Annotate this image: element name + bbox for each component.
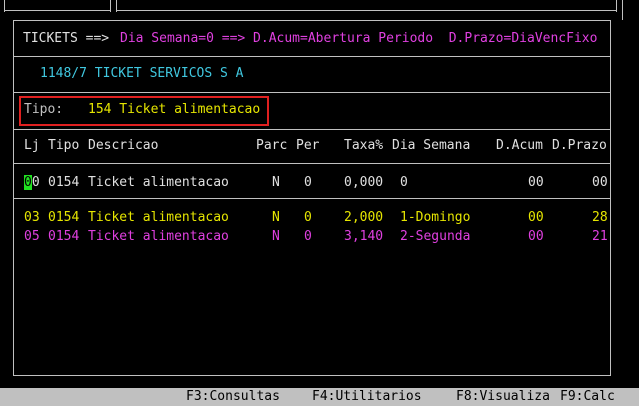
- row-per: 0: [304, 229, 312, 244]
- tipo-label: Tipo:: [24, 102, 64, 117]
- col-dprazo: D.Prazo: [552, 138, 607, 153]
- row-dia-semana: 2-Segunda: [400, 229, 471, 244]
- row-dacum: 00: [528, 210, 544, 225]
- row-dprazo: 00: [592, 175, 608, 190]
- divider-company: [13, 92, 611, 93]
- top-frame-tick: [110, 0, 111, 12]
- row-tipo: 0154: [48, 229, 80, 244]
- row-lj: 05: [24, 229, 40, 244]
- row-dacum: 00: [528, 229, 544, 244]
- tipo-value[interactable]: 154 Ticket alimentacao: [88, 102, 260, 118]
- divider-selected: [13, 198, 611, 199]
- company-name: 1148/7 TICKET SERVICOS S A: [40, 66, 244, 81]
- header-expression: Dia Semana=0 ==> D.Acum=Abertura Periodo…: [120, 31, 598, 46]
- row-lj: 03: [24, 210, 40, 225]
- col-tipo: Tipo: [48, 138, 80, 153]
- fkey-consultas[interactable]: F3:Consultas: [186, 389, 280, 405]
- top-right-frame: [622, 0, 623, 20]
- row-descricao: Ticket alimentacao: [88, 229, 229, 244]
- row-dacum: 00: [528, 175, 544, 190]
- row-per: 0: [304, 210, 312, 225]
- row-parc: N: [272, 229, 280, 244]
- top-frame-bar: [4, 10, 110, 11]
- row-descricao: Ticket alimentacao: [88, 175, 229, 190]
- row-tipo: 0154: [48, 175, 80, 190]
- col-taxa: Taxa%: [344, 138, 384, 153]
- row-parc: N: [272, 175, 280, 190]
- col-dacum: D.Acum: [496, 138, 543, 153]
- row-taxa: 3,140: [344, 229, 384, 244]
- function-key-bar: F3:Consultas F4:Utilitarios F8:Visualiza…: [0, 388, 639, 406]
- row-dprazo: 21: [592, 229, 608, 244]
- row-taxa: 0,000: [344, 175, 384, 190]
- col-parc: Parc: [256, 138, 288, 153]
- col-per: Per: [296, 138, 320, 153]
- tickets-label: TICKETS ==>: [23, 31, 110, 46]
- divider-tipo: [13, 129, 611, 130]
- row-dia-semana: 1-Domingo: [400, 210, 471, 225]
- row-parc: N: [272, 210, 280, 225]
- row-taxa: 2,000: [344, 210, 384, 225]
- fkey-utilitarios[interactable]: F4:Utilitarios: [312, 389, 422, 405]
- top-frame-tick2: [116, 0, 117, 12]
- divider-header: [13, 56, 611, 57]
- divider-columns: [13, 163, 611, 164]
- row-dia-semana: 0: [400, 175, 408, 190]
- row-descricao: Ticket alimentacao: [88, 210, 229, 225]
- col-dia-semana: Dia Semana: [392, 138, 471, 153]
- fkey-visualiza[interactable]: F8:Visualiza: [456, 389, 550, 405]
- top-frame-bar2: [116, 10, 616, 11]
- cursor: 0: [24, 175, 32, 190]
- fkey-calc[interactable]: F9:Calc: [560, 389, 615, 405]
- top-frame-tick3: [616, 0, 617, 12]
- row-dprazo: 28: [592, 210, 608, 225]
- row-lj[interactable]: 00: [24, 175, 40, 191]
- col-descricao: Descricao: [88, 138, 159, 153]
- col-lj: Lj: [24, 138, 40, 153]
- row-per: 0: [304, 175, 312, 190]
- row-tipo: 0154: [48, 210, 80, 225]
